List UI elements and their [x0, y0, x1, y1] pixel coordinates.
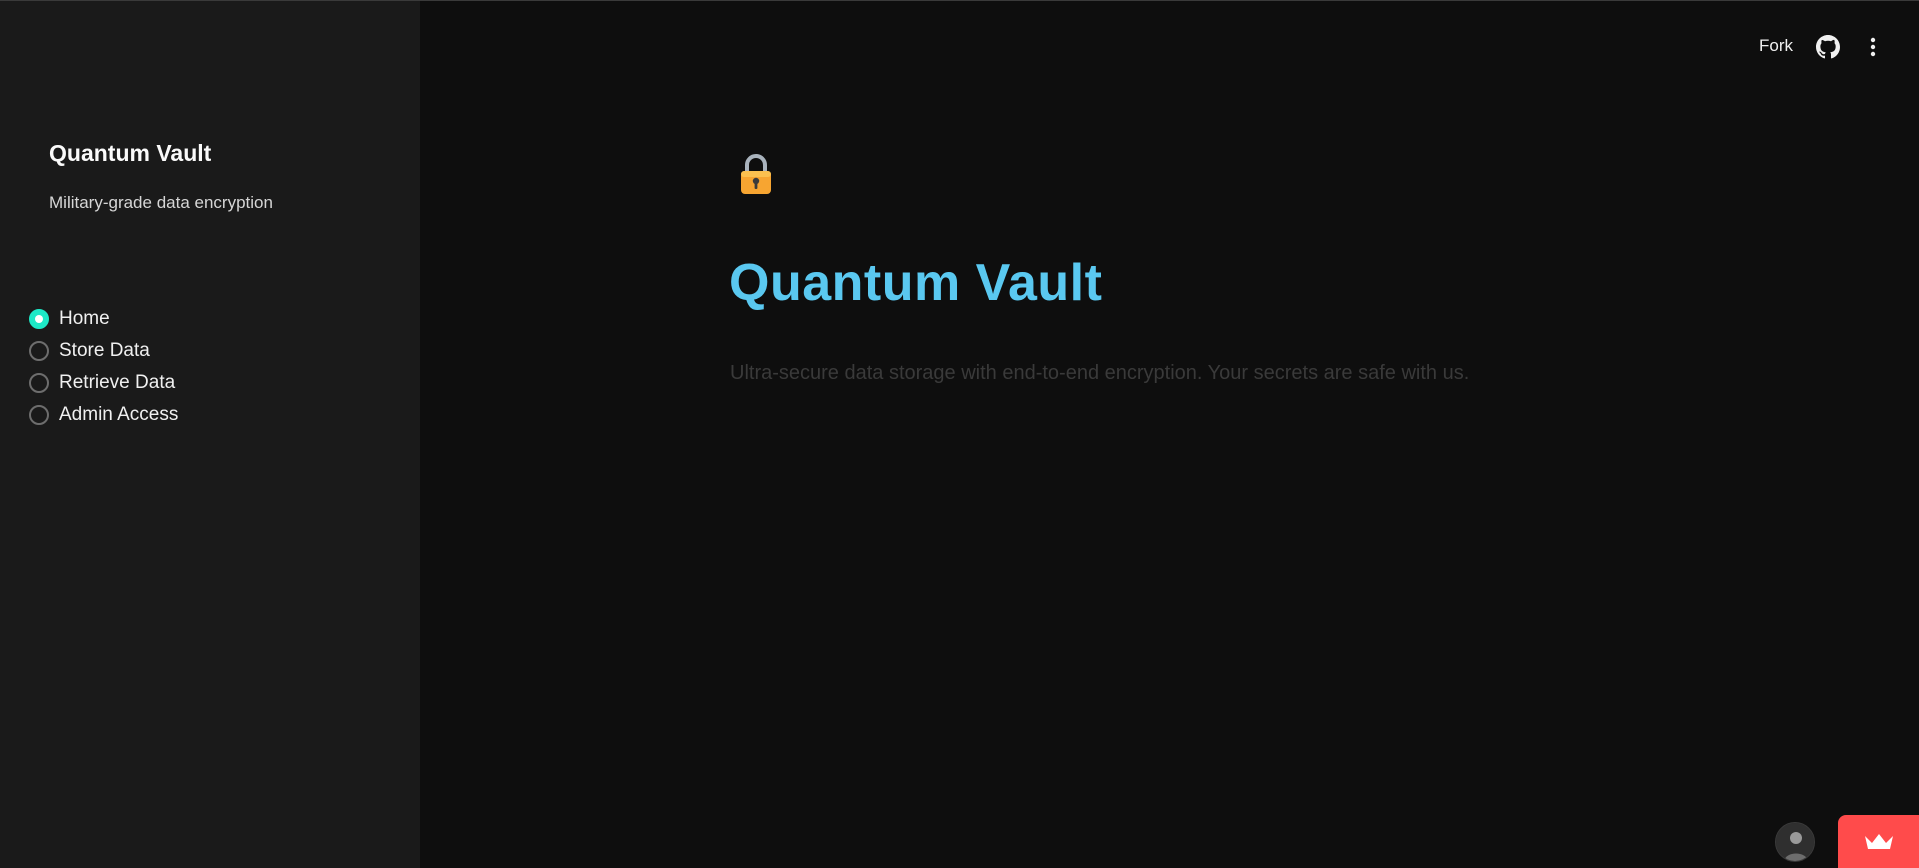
user-avatar-icon [1776, 823, 1814, 861]
sidebar: Quantum Vault Military-grade data encryp… [0, 1, 420, 868]
streamlit-badge-button[interactable] [1838, 815, 1919, 868]
nav-option-retrieve-data[interactable]: Retrieve Data [29, 367, 178, 399]
nav-option-admin-access[interactable]: Admin Access [29, 399, 178, 431]
github-icon[interactable] [1816, 35, 1840, 59]
sidebar-subtitle: Military-grade data encryption [49, 193, 273, 212]
nav-option-label: Store Data [59, 340, 150, 361]
radio-checked-icon[interactable] [29, 309, 49, 329]
nav-radio-group: Home Store Data Retrieve Data Admin Acce… [29, 303, 178, 431]
more-vert-icon[interactable] [1863, 35, 1883, 59]
nav-option-label: Home [59, 308, 110, 329]
nav-option-home[interactable]: Home [29, 303, 178, 335]
fork-button[interactable]: Fork [1759, 36, 1793, 56]
nav-option-label: Admin Access [59, 404, 179, 425]
avatar[interactable] [1775, 822, 1815, 862]
lock-icon [741, 154, 771, 194]
radio-unchecked-icon[interactable] [29, 405, 49, 425]
nav-option-label: Retrieve Data [59, 372, 176, 393]
page-title: Quantum Vault [729, 254, 1103, 312]
nav-option-store-data[interactable]: Store Data [29, 335, 178, 367]
page-description: Ultra-secure data storage with end-to-en… [730, 362, 1470, 384]
crown-icon [1864, 834, 1893, 849]
app-window: Quantum Vault Military-grade data encryp… [0, 0, 1919, 868]
sidebar-title: Quantum Vault [49, 140, 212, 166]
radio-unchecked-icon[interactable] [29, 373, 49, 393]
radio-unchecked-icon[interactable] [29, 341, 49, 361]
